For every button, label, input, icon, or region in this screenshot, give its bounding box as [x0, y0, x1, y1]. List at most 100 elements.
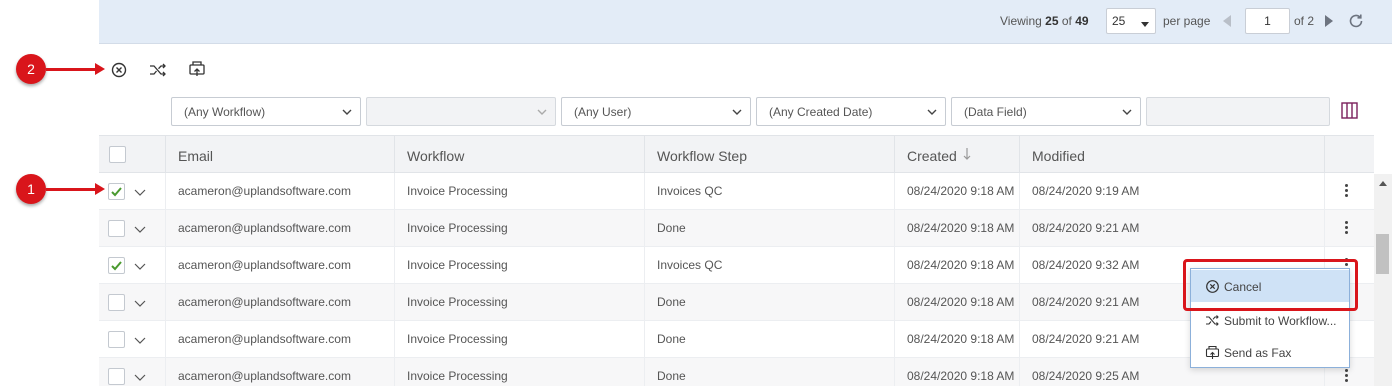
- cell-workflow-text: Invoice Processing: [407, 295, 508, 309]
- workflow-step-filter: [366, 97, 556, 126]
- row-menu-kebab-icon[interactable]: [1345, 369, 1349, 384]
- next-page-icon[interactable]: [1325, 15, 1333, 27]
- cell-workflow-step: Done: [644, 210, 894, 247]
- viewing-prefix: Viewing: [1000, 14, 1042, 28]
- cell-email: acameron@uplandsoftware.com: [165, 321, 394, 358]
- callout-1-arrowhead: [95, 183, 105, 195]
- cell-workflow: Invoice Processing: [394, 210, 644, 247]
- current-page-input[interactable]: 1: [1245, 8, 1290, 34]
- cell-workflow: Invoice Processing: [394, 321, 644, 358]
- row-menu-kebab-icon[interactable]: [1345, 184, 1349, 199]
- cell-workflow-step: Invoices QC: [644, 247, 894, 284]
- sort-descending-icon: [963, 148, 971, 160]
- grid-header: Email Workflow Workflow Step Created Mod…: [99, 135, 1374, 174]
- chevron-down-icon: [537, 109, 547, 115]
- cell-created-text: 08/24/2020 9:18 AM: [907, 332, 1015, 346]
- menu-item-submit-label: Submit to Workflow...: [1224, 314, 1337, 328]
- cell-select: [99, 358, 165, 386]
- cell-created-text: 08/24/2020 9:18 AM: [907, 295, 1015, 309]
- cell-workflow-step-text: Invoices QC: [657, 184, 723, 198]
- header-workflow[interactable]: Workflow: [394, 136, 644, 174]
- expand-chevron-icon[interactable]: [134, 335, 146, 345]
- cell-modified: 08/24/2020 9:19 AM: [1019, 173, 1324, 210]
- cell-select: [99, 321, 165, 358]
- cell-select: [99, 210, 165, 247]
- row-checkbox[interactable]: [108, 257, 125, 274]
- row-checkbox[interactable]: [108, 368, 125, 385]
- cell-email-text: acameron@uplandsoftware.com: [178, 221, 351, 235]
- user-filter[interactable]: (Any User): [561, 97, 751, 126]
- expand-chevron-icon[interactable]: [134, 372, 146, 382]
- header-email-label: Email: [178, 148, 214, 164]
- cell-created: 08/24/2020 9:18 AM: [894, 210, 1019, 247]
- row-checkbox[interactable]: [108, 220, 125, 237]
- cell-email-text: acameron@uplandsoftware.com: [178, 184, 351, 198]
- row-menu-kebab-icon[interactable]: [1345, 221, 1349, 236]
- callout-2: 2: [16, 54, 46, 84]
- row-checkbox[interactable]: [108, 294, 125, 311]
- header-modified[interactable]: Modified: [1019, 136, 1324, 174]
- callout-1-arrow: [46, 188, 96, 191]
- cell-workflow-text: Invoice Processing: [407, 221, 508, 235]
- data-field-filter[interactable]: (Data Field): [951, 97, 1141, 126]
- viewing-of: of: [1061, 14, 1072, 28]
- cell-modified: 08/24/2020 9:21 AM: [1019, 210, 1324, 247]
- cell-created: 08/24/2020 9:18 AM: [894, 284, 1019, 321]
- columns-icon[interactable]: [1341, 102, 1358, 119]
- scroll-thumb[interactable]: [1376, 234, 1389, 274]
- cell-workflow-text: Invoice Processing: [407, 369, 508, 383]
- cell-email: acameron@uplandsoftware.com: [165, 284, 394, 321]
- table-row[interactable]: acameron@uplandsoftware.com Invoice Proce…: [99, 173, 1374, 210]
- cell-modified-text: 08/24/2020 9:21 AM: [1032, 221, 1140, 235]
- shuffle-icon: [1206, 315, 1219, 326]
- header-workflow-label: Workflow: [407, 148, 465, 164]
- header-modified-label: Modified: [1032, 148, 1085, 164]
- cell-workflow-step-text: Done: [657, 221, 686, 235]
- viewing-count: 25: [1045, 14, 1059, 28]
- cell-select: [99, 173, 165, 210]
- cancel-circle-icon[interactable]: [110, 61, 128, 79]
- page-size-value: 25: [1112, 14, 1126, 28]
- viewing-total: 49: [1075, 14, 1089, 28]
- cell-modified-text: 08/24/2020 9:21 AM: [1032, 332, 1140, 346]
- fax-upload-icon[interactable]: [188, 60, 206, 78]
- cell-workflow: Invoice Processing: [394, 247, 644, 284]
- cell-workflow: Invoice Processing: [394, 358, 644, 386]
- cell-modified-text: 08/24/2020 9:21 AM: [1032, 295, 1140, 309]
- cell-email: acameron@uplandsoftware.com: [165, 210, 394, 247]
- expand-chevron-icon[interactable]: [134, 298, 146, 308]
- menu-item-send-as-fax[interactable]: Send as Fax: [1191, 336, 1349, 368]
- vertical-scrollbar[interactable]: [1374, 174, 1392, 386]
- row-checkbox[interactable]: [108, 331, 125, 348]
- cell-email-text: acameron@uplandsoftware.com: [178, 295, 351, 309]
- created-date-filter[interactable]: (Any Created Date): [756, 97, 946, 126]
- callout-1: 1: [16, 174, 46, 204]
- scroll-up-icon[interactable]: [1379, 181, 1387, 186]
- expand-chevron-icon[interactable]: [134, 261, 146, 271]
- table-row[interactable]: acameron@uplandsoftware.com Invoice Proce…: [99, 358, 1374, 386]
- header-created[interactable]: Created: [894, 136, 1019, 174]
- refresh-icon[interactable]: [1347, 12, 1365, 30]
- shuffle-icon[interactable]: [149, 61, 167, 79]
- workflow-filter[interactable]: (Any Workflow): [171, 97, 361, 126]
- cell-workflow-step: Done: [644, 321, 894, 358]
- workflow-filter-value: (Any Workflow): [184, 105, 266, 119]
- callout-2-arrowhead: [95, 63, 105, 75]
- select-all-checkbox[interactable]: [109, 146, 126, 163]
- cell-select: [99, 247, 165, 284]
- fax-upload-icon: [1205, 345, 1220, 359]
- cell-email: acameron@uplandsoftware.com: [165, 173, 394, 210]
- table-row[interactable]: acameron@uplandsoftware.com Invoice Proce…: [99, 210, 1374, 247]
- data-field-filter-value: (Data Field): [964, 105, 1027, 119]
- expand-chevron-icon[interactable]: [134, 224, 146, 234]
- prev-page-icon[interactable]: [1223, 15, 1231, 27]
- callout-2-arrow: [46, 68, 96, 71]
- cell-created: 08/24/2020 9:18 AM: [894, 358, 1019, 386]
- expand-chevron-icon[interactable]: [134, 187, 146, 197]
- cell-created-text: 08/24/2020 9:18 AM: [907, 184, 1015, 198]
- page-size-select[interactable]: 25: [1106, 8, 1156, 34]
- table-row[interactable]: acameron@uplandsoftware.com Invoice Proce…: [99, 321, 1374, 358]
- header-workflow-step[interactable]: Workflow Step: [644, 136, 894, 174]
- header-email[interactable]: Email: [165, 136, 394, 174]
- row-checkbox[interactable]: [108, 183, 125, 200]
